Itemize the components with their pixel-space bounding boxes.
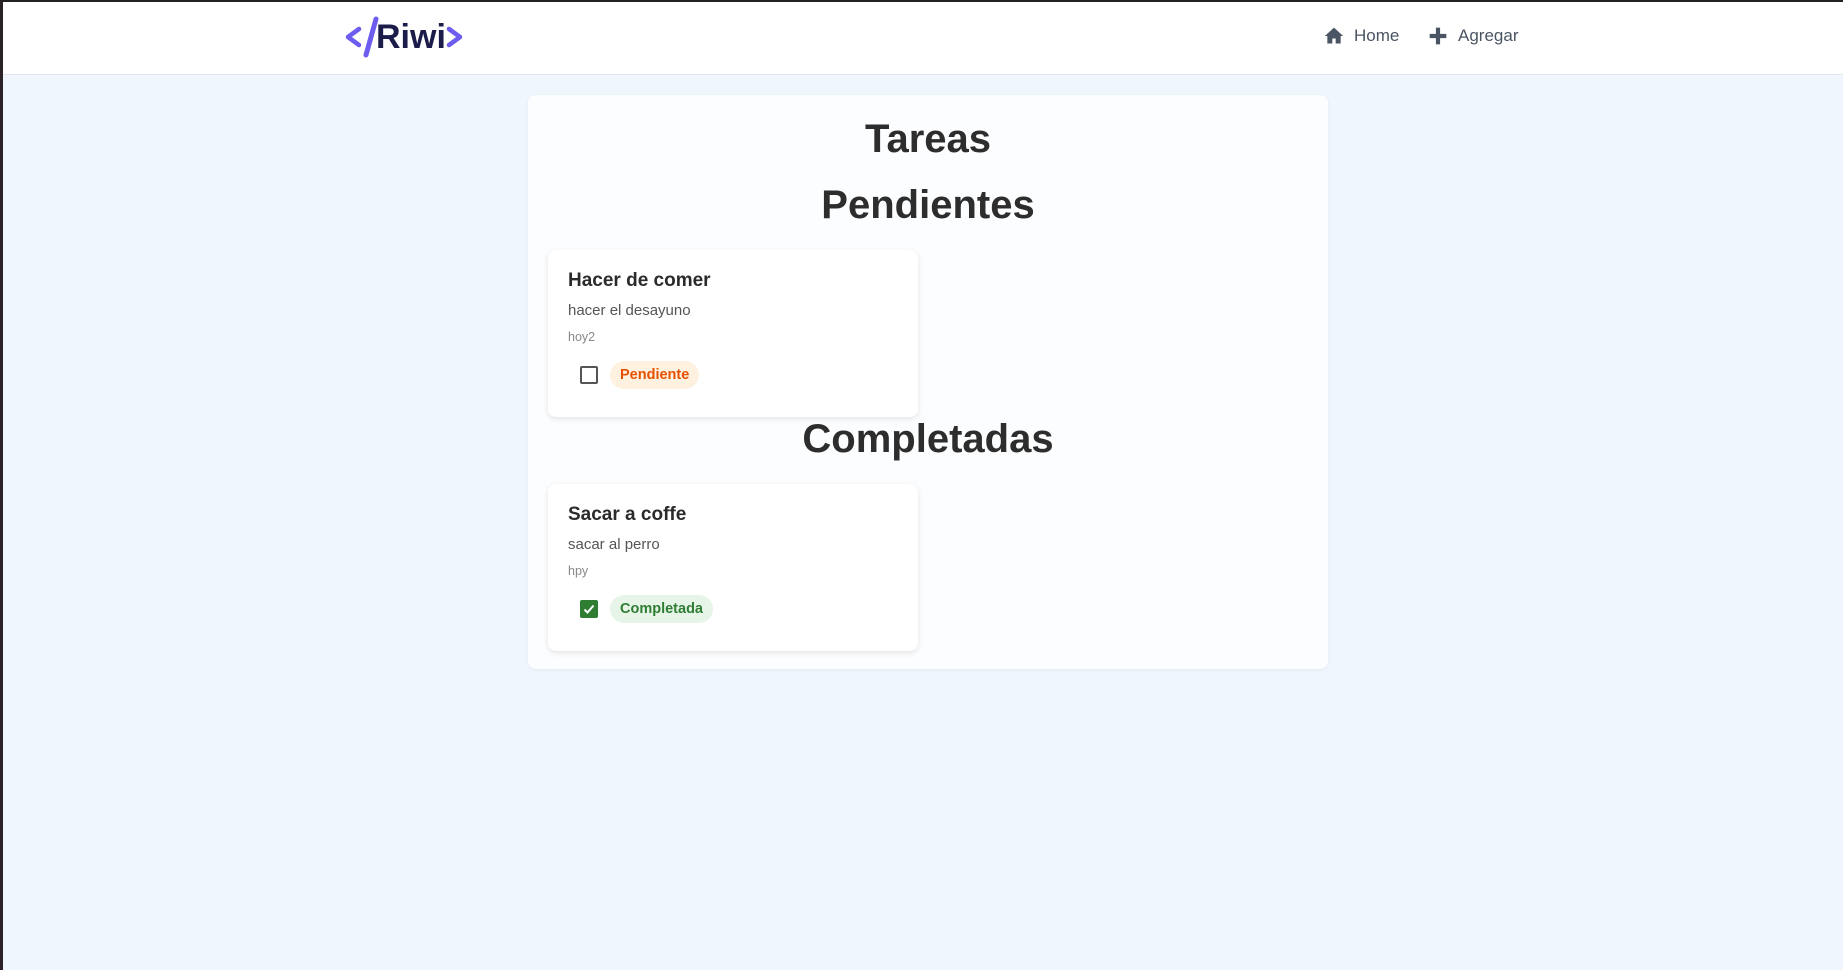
task-title: Sacar a coffe — [568, 504, 687, 525]
checkmark-icon — [583, 604, 595, 614]
page-title: Tareas — [864, 117, 991, 161]
task-description: sacar al perro — [568, 536, 660, 553]
plus-icon — [1429, 27, 1447, 45]
completed-heading: Completadas — [802, 417, 1054, 461]
task-card: Hacer de comer hacer el desayuno hoy2 Pe… — [548, 250, 918, 417]
svg-text:Riwi: Riwi — [376, 18, 446, 56]
navbar: Riwi Home Agregar — [3, 2, 1843, 75]
nav-home-link[interactable]: Home — [1324, 26, 1399, 46]
task-date: hpy — [568, 564, 589, 578]
task-date: hoy2 — [568, 330, 596, 344]
tasks-container: Tareas Pendientes Hacer de comer hacer e… — [528, 95, 1328, 669]
nav-agregar-label: Agregar — [1458, 26, 1519, 45]
status-badge: Pendiente — [610, 361, 700, 389]
task-title: Hacer de comer — [568, 270, 711, 291]
pending-heading: Pendientes — [821, 183, 1035, 227]
status-badge: Completada — [610, 595, 713, 623]
task-card: Sacar a coffe sacar al perro hpy Complet… — [548, 484, 918, 651]
riwi-logo[interactable]: Riwi — [345, 16, 465, 58]
home-icon — [1324, 27, 1344, 44]
nav-agregar-link[interactable]: Agregar — [1428, 26, 1518, 46]
task-description: hacer el desayuno — [568, 302, 691, 319]
task-complete-checkbox[interactable] — [580, 366, 598, 384]
task-complete-checkbox[interactable] — [580, 600, 598, 618]
nav-home-label: Home — [1354, 26, 1400, 45]
